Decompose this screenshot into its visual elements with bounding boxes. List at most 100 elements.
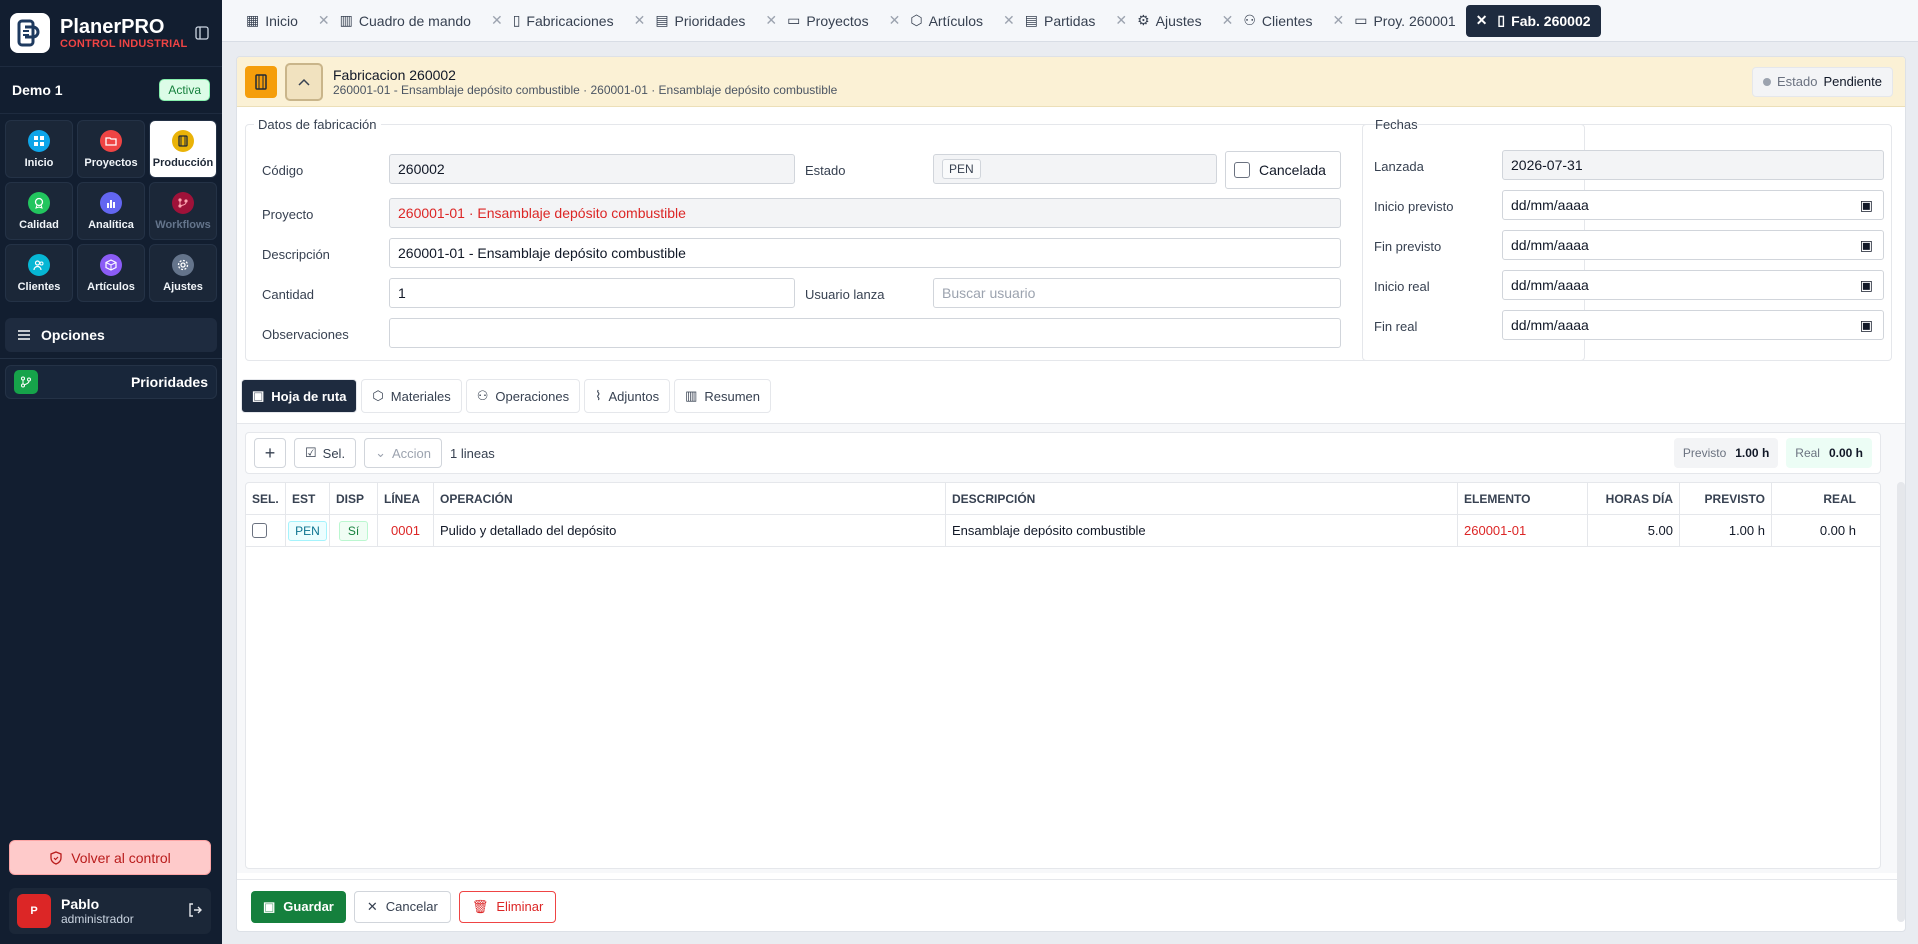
module-label: Artículos xyxy=(87,280,135,293)
tab-prioridades[interactable]: ✕ ▤ Prioridades xyxy=(624,5,756,37)
linea-cell[interactable]: 0001 xyxy=(378,515,434,546)
close-icon[interactable]: ✕ xyxy=(491,12,503,29)
close-icon[interactable]: ✕ xyxy=(1476,12,1488,29)
close-icon[interactable]: ✕ xyxy=(889,12,901,29)
calendar-icon[interactable]: ▣ xyxy=(1860,197,1873,214)
tab-proy-260001[interactable]: ✕ ▭ Proy. 260001 xyxy=(1322,5,1465,37)
close-icon[interactable]: ✕ xyxy=(1222,12,1234,29)
collapse-header-button[interactable] xyxy=(285,62,323,101)
tab-hoja-de-ruta[interactable]: ▣ Hoja de ruta xyxy=(241,379,358,413)
tab-resumen[interactable]: ▥ Resumen xyxy=(674,379,772,413)
close-icon: ✕ xyxy=(366,898,378,914)
tab-ajustes[interactable]: ✕ ⚙ Ajustes xyxy=(1105,5,1211,37)
save-button[interactable]: ▣ Guardar xyxy=(251,890,346,923)
tab-articulos[interactable]: ✕ ⬡ Artículos xyxy=(879,5,993,37)
close-icon[interactable]: ✕ xyxy=(765,12,777,29)
descripcion-field[interactable]: 260001-01 - Ensamblaje depósito combusti… xyxy=(389,238,1341,268)
add-line-button[interactable]: + xyxy=(254,438,286,468)
module-workflows[interactable]: Workflows xyxy=(149,182,217,240)
module-articulos[interactable]: Artículos xyxy=(77,244,145,302)
close-icon[interactable]: ✕ xyxy=(1332,12,1344,29)
elemento-link[interactable]: 260001-01 xyxy=(1458,515,1588,546)
module-produccion[interactable]: Producción xyxy=(149,120,217,178)
row-checkbox[interactable] xyxy=(252,523,267,538)
record-subtitle: 260001-01 - Ensamblaje depósito combusti… xyxy=(333,82,838,97)
calendar-icon[interactable]: ▣ xyxy=(1860,277,1873,294)
sidebar-item-prioridades[interactable]: Prioridades xyxy=(5,365,217,399)
table-row[interactable]: PEN Sí 0001 Pulido y detallado del depós… xyxy=(246,515,1880,547)
calendar-icon[interactable]: ▣ xyxy=(1860,317,1873,334)
tab-adjuntos[interactable]: ⌇ Adjuntos xyxy=(584,379,671,413)
module-ajustes[interactable]: Ajustes xyxy=(149,244,217,302)
checkbox[interactable] xyxy=(1234,162,1250,178)
proyecto-field[interactable]: 260001-01 · Ensamblaje depósito combusti… xyxy=(389,198,1341,228)
company-selector[interactable]: Demo 1 Activa xyxy=(0,66,222,114)
logout-icon[interactable] xyxy=(187,902,203,921)
inicio-previsto-label: Inicio previsto xyxy=(1374,199,1454,214)
section-legend: Fechas xyxy=(1375,117,1418,132)
inicio-real-date[interactable]: dd/mm/aaaa ▣ xyxy=(1502,270,1884,300)
delete-button[interactable]: 🗑 Eliminar xyxy=(458,890,557,923)
cancelada-checkbox[interactable]: Cancelada xyxy=(1225,151,1341,189)
col-horas-dia[interactable]: HORAS DÍA xyxy=(1588,483,1680,514)
col-est[interactable]: EST xyxy=(286,483,330,514)
col-descripcion[interactable]: DESCRIPCIÓN xyxy=(946,483,1458,514)
col-real[interactable]: REAL xyxy=(1772,483,1862,514)
tab-clientes[interactable]: ✕ ⚇ Clientes xyxy=(1212,5,1323,37)
cancel-button[interactable]: ✕ Cancelar xyxy=(353,890,451,923)
horas-dia-cell: 5.00 xyxy=(1588,515,1680,546)
fin-real-date[interactable]: dd/mm/aaaa ▣ xyxy=(1502,310,1884,340)
close-icon[interactable]: ✕ xyxy=(1115,12,1127,29)
calendar-icon[interactable]: ▣ xyxy=(1860,237,1873,254)
col-linea[interactable]: LÍNEA xyxy=(378,483,434,514)
codigo-field[interactable]: 260002 xyxy=(389,154,795,184)
col-sel[interactable]: SEL. xyxy=(246,483,286,514)
tab-fabricaciones[interactable]: ✕ ▯ Fabricaciones xyxy=(481,5,624,37)
module-inicio[interactable]: Inicio xyxy=(5,120,73,178)
tab-operaciones[interactable]: ⚇ Operaciones xyxy=(465,379,581,413)
close-icon[interactable]: ✕ xyxy=(1003,12,1015,29)
tab-partidas[interactable]: ✕ ▤ Partidas xyxy=(993,5,1105,37)
module-clientes[interactable]: Clientes xyxy=(5,244,73,302)
usuario-lanza-label: Usuario lanza xyxy=(805,287,885,302)
action-dropdown[interactable]: ⌄ Accion xyxy=(364,438,442,468)
module-analitica[interactable]: Analítica xyxy=(77,182,145,240)
user-card: P Pablo administrador xyxy=(9,888,211,934)
module-proyectos[interactable]: Proyectos xyxy=(77,120,145,178)
vertical-scrollbar[interactable] xyxy=(1897,482,1905,922)
row-select-cell xyxy=(246,515,286,546)
tab-inicio[interactable]: ▦ Inicio xyxy=(236,5,308,37)
tab-proyectos[interactable]: ✕ ▭ Proyectos xyxy=(755,5,878,37)
options-menu[interactable]: Opciones xyxy=(5,318,217,352)
select-button[interactable]: ☑ Sel. xyxy=(294,438,357,468)
col-operacion[interactable]: OPERACIÓN xyxy=(434,483,946,514)
tab-cuadro-de-mando[interactable]: ✕ ▥ Cuadro de mando xyxy=(308,5,481,37)
close-icon[interactable]: ✕ xyxy=(634,12,646,29)
est-badge: PEN xyxy=(288,520,327,541)
tab-bar: ▦ Inicio ✕ ▥ Cuadro de mando ✕ ▯ Fabrica… xyxy=(222,0,1918,42)
observaciones-field[interactable] xyxy=(389,318,1341,348)
close-icon[interactable]: ✕ xyxy=(318,12,330,29)
save-label: Guardar xyxy=(283,899,334,914)
inicio-previsto-date[interactable]: dd/mm/aaaa ▣ xyxy=(1502,190,1884,220)
lanzada-field[interactable]: 2026-07-31 xyxy=(1502,150,1884,180)
usuario-search-input[interactable]: Buscar usuario xyxy=(933,278,1341,308)
tab-materiales[interactable]: ⬡ Materiales xyxy=(361,379,462,413)
back-to-control-button[interactable]: Volver al control xyxy=(9,840,211,875)
fin-real-label: Fin real xyxy=(1374,319,1418,334)
tab-fab-260002[interactable]: ✕ ▯ Fab. 260002 xyxy=(1465,4,1601,37)
previsto-cell: 1.00 h xyxy=(1680,515,1772,546)
cantidad-field[interactable]: 1 xyxy=(389,278,795,308)
observaciones-label: Observaciones xyxy=(262,327,349,342)
record-panel: Fabricacion 260002 260001-01 - Ensamblaj… xyxy=(236,56,1906,932)
collapse-sidebar-icon[interactable] xyxy=(192,23,212,43)
col-disp[interactable]: DISP xyxy=(330,483,378,514)
cancelada-label: Cancelada xyxy=(1259,162,1326,178)
estado-field[interactable]: PEN xyxy=(933,154,1217,184)
fin-previsto-date[interactable]: dd/mm/aaaa ▣ xyxy=(1502,230,1884,260)
module-label: Workflows xyxy=(155,218,211,231)
module-calidad[interactable]: Calidad xyxy=(5,182,73,240)
col-elemento[interactable]: ELEMENTO xyxy=(1458,483,1588,514)
col-previsto[interactable]: PREVISTO xyxy=(1680,483,1772,514)
lanzada-label: Lanzada xyxy=(1374,159,1424,174)
